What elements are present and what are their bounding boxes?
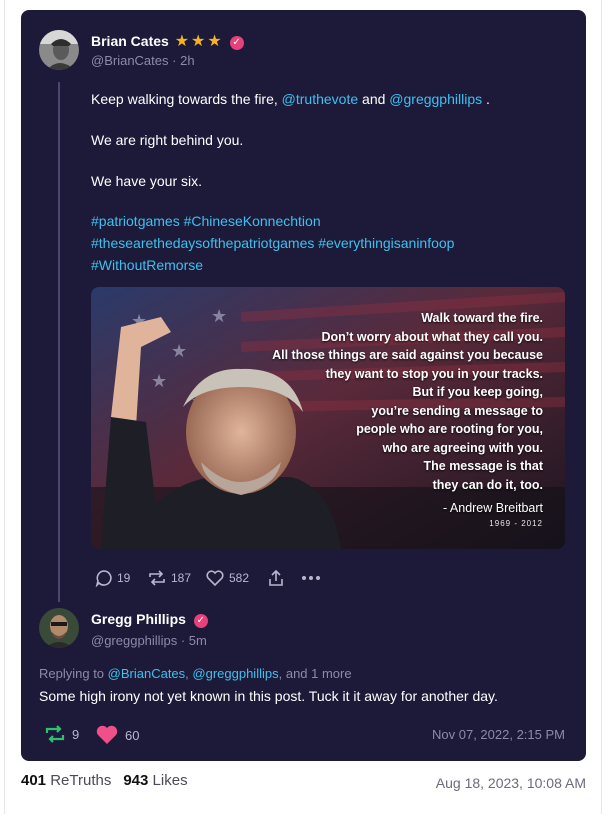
reply-retruth-count: 9 xyxy=(72,726,80,742)
more-options-icon xyxy=(302,576,320,580)
star-icon: ★ xyxy=(174,33,190,50)
svg-text:★: ★ xyxy=(171,341,187,361)
reply-author-handle[interactable]: @greggphillips xyxy=(91,633,177,648)
quote-line: you’re sending a message to xyxy=(371,403,543,418)
heart-icon xyxy=(96,725,118,744)
reply-action[interactable]: 19 xyxy=(95,568,130,588)
retruth-icon xyxy=(45,725,65,743)
retruth-action[interactable]: 187 xyxy=(147,568,191,588)
quote-line: people who are rooting for you, xyxy=(356,422,543,436)
post-date: Aug 18, 2023, 10:08 AM xyxy=(435,775,586,791)
more-options-action[interactable] xyxy=(300,568,322,588)
engagement-summary: 401 ReTruths 943 Likes xyxy=(21,772,188,789)
gregg-phillips-avatar[interactable] xyxy=(39,608,79,648)
like-count: 582 xyxy=(229,571,250,585)
svg-text:★: ★ xyxy=(151,371,167,391)
author-handle[interactable]: @BrianCates xyxy=(91,53,169,68)
comment-icon xyxy=(95,570,112,587)
quote-line: who are agreeing with you. xyxy=(382,440,543,455)
quote-line: But if you keep going, xyxy=(412,385,543,399)
post-text-line-1: Keep walking towards the fire, @truthevo… xyxy=(91,89,490,109)
quote-author: - Andrew Breitbart xyxy=(442,501,543,515)
quote-line: they want to stop you in your tracks. xyxy=(325,366,543,381)
share-icon xyxy=(269,569,283,586)
quote-line: they can do it, too. xyxy=(432,477,543,492)
post-time-ago: 2h xyxy=(180,53,195,68)
reply-author-name[interactable]: Gregg Phillips xyxy=(91,611,186,627)
likes-count: 943 xyxy=(123,772,149,789)
quote-line: All those things are said against you be… xyxy=(272,348,543,362)
star-icon: ★ xyxy=(191,33,206,50)
reply-author-name-row: Gregg Phillips ✓ xyxy=(91,611,208,628)
replying-to-line: Replying to @BrianCates, @greggphillips,… xyxy=(39,666,352,681)
replying-to-link[interactable]: @greggphillips xyxy=(192,666,278,681)
thread-connector-line xyxy=(58,82,60,602)
heart-icon xyxy=(206,570,224,587)
likes-label: Likes xyxy=(152,772,188,789)
reply-text: Some high irony not yet known in this po… xyxy=(39,688,498,704)
dot-separator: · xyxy=(180,633,189,648)
replying-more[interactable]: , and 1 more xyxy=(279,666,352,681)
reply-date: Nov 07, 2022, 2:15 PM xyxy=(432,727,565,742)
retruths-summary[interactable]: 401 ReTruths xyxy=(21,772,111,789)
post-text-line-2: We are right behind you. xyxy=(91,132,244,148)
retruths-count: 401 xyxy=(21,772,47,789)
hashtag-line[interactable]: #patriotgames #ChineseKonnechtion xyxy=(91,210,454,232)
hashtag-line[interactable]: #WithoutRemorse xyxy=(91,254,454,276)
replying-label: Replying to xyxy=(39,666,108,681)
hashtag-block: #patriotgames #ChineseKonnechtion #these… xyxy=(91,210,454,276)
reply-handle-row: @greggphillips · 5m xyxy=(91,633,207,648)
likes-summary[interactable]: 943 Likes xyxy=(123,772,187,789)
post-text-segment: . xyxy=(482,91,490,107)
star-icon: ★ xyxy=(207,33,222,50)
share-action[interactable] xyxy=(267,568,285,588)
author-name-row: Brian Cates ★ ★ ★ ✓ xyxy=(91,31,244,51)
reply-retruth-stat[interactable]: 9 xyxy=(44,724,79,744)
quote-line: Don’t worry about what they call you. xyxy=(321,329,543,344)
reply-like-count: 60 xyxy=(125,727,140,743)
quote-line: The message is that xyxy=(423,459,544,473)
post-text-segment: and xyxy=(358,91,390,107)
reply-time-ago: 5m xyxy=(188,633,207,648)
brian-cates-avatar[interactable] xyxy=(39,30,79,70)
post-image[interactable]: ★ ★ ★ ★ ★ Walk toward the fire. Don’t wo… xyxy=(91,287,565,549)
retruths-label: ReTruths xyxy=(50,772,112,789)
hashtag-line[interactable]: #thesearethedaysofthepatriotgames #every… xyxy=(91,232,454,254)
image-quote: Walk toward the fire. Don’t worry about … xyxy=(203,309,543,494)
author-handle-row: @BrianCates · 2h xyxy=(91,53,195,68)
mention-link[interactable]: @greggphillips xyxy=(389,91,482,107)
reply-like-stat[interactable]: 60 xyxy=(95,724,139,746)
replying-to-link[interactable]: @BrianCates xyxy=(108,666,186,681)
verified-badge-icon: ✓ xyxy=(193,614,208,628)
retruth-icon xyxy=(149,570,165,586)
mention-link[interactable]: @truthevote xyxy=(282,91,358,107)
reply-count: 19 xyxy=(117,571,131,585)
dot-separator: · xyxy=(172,53,181,68)
verified-badge-icon: ✓ xyxy=(229,36,244,50)
quote-years: 1969 - 2012 xyxy=(489,519,543,528)
like-action[interactable]: 582 xyxy=(205,568,249,588)
post-text-segment: Keep walking towards the fire, xyxy=(91,91,282,107)
post-text-line-3: We have your six. xyxy=(91,173,203,189)
retruth-count: 187 xyxy=(171,571,192,585)
author-name[interactable]: Brian Cates xyxy=(91,33,169,49)
quote-line: Walk toward the fire. xyxy=(421,311,543,325)
